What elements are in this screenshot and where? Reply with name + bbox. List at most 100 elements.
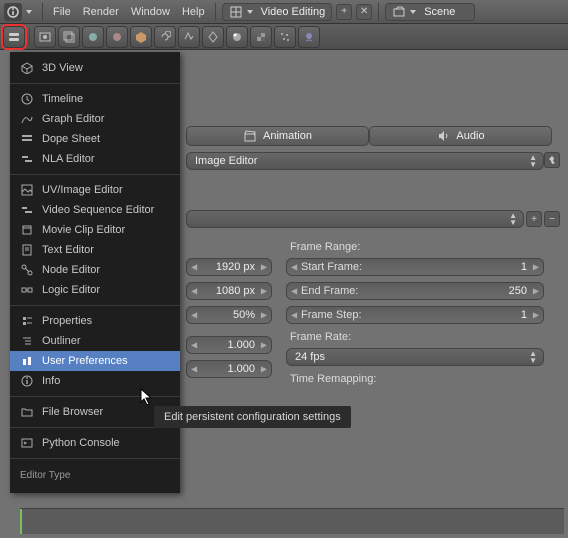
preferences-icon (20, 354, 34, 368)
menu-item-python-console[interactable]: Python Console (10, 433, 180, 453)
chevron-down-icon (410, 10, 416, 14)
menu-item-graph-editor[interactable]: Graph Editor (10, 109, 180, 129)
timeline-area[interactable] (20, 508, 564, 534)
context-constraints-button[interactable] (154, 26, 176, 48)
mouse-cursor (140, 388, 156, 408)
menu-item-timeline[interactable]: Timeline (10, 89, 180, 109)
resolution-y-field[interactable]: ◀1080 px▶ (186, 282, 272, 300)
aspect-x-field[interactable]: ◀1.000▶ (186, 336, 272, 354)
outliner-icon (20, 334, 34, 348)
text-icon (20, 243, 34, 257)
menu-item-uv-image-editor[interactable]: UV/Image Editor (10, 180, 180, 200)
start-frame-value: 1 (521, 261, 527, 273)
collapse-button[interactable]: − (544, 211, 560, 227)
menu-item-properties[interactable]: Properties (10, 311, 180, 331)
dimensions-panel-header: ▲▼ + − (186, 210, 560, 228)
tab-animation[interactable]: Animation (186, 126, 369, 146)
add-layout-button[interactable]: + (336, 4, 352, 20)
menu-item-text-editor[interactable]: Text Editor (10, 240, 180, 260)
menu-label: UV/Image Editor (42, 184, 123, 196)
console-icon (20, 436, 34, 450)
tab-audio[interactable]: Audio (369, 126, 552, 146)
separator (42, 3, 43, 21)
dimensions-accordion[interactable]: ▲▼ (186, 210, 524, 228)
resolution-pct-value: 50% (233, 309, 255, 321)
scene-icon (392, 6, 406, 18)
context-texture-button[interactable] (250, 26, 272, 48)
end-frame-label: End Frame: (301, 285, 358, 297)
info-editor-icon[interactable] (4, 3, 22, 21)
screen-layout-label: Video Editing (261, 6, 326, 18)
menu-label: User Preferences (42, 355, 128, 367)
resolution-pct-field[interactable]: ◀50%▶ (186, 306, 272, 324)
clapper-icon (243, 130, 257, 142)
time-remapping-header: Time Remapping: (286, 370, 544, 388)
frame-range-section: Frame Range: ◀Start Frame:1▶ ◀End Frame:… (286, 238, 544, 388)
menu-label: Dope Sheet (42, 133, 100, 145)
frame-step-label: Frame Step: (301, 309, 362, 321)
sequence-icon (20, 203, 34, 217)
context-render-button[interactable] (34, 26, 56, 48)
menu-item-dope-sheet[interactable]: Dope Sheet (10, 129, 180, 149)
context-world-button[interactable] (106, 26, 128, 48)
menu-label: Graph Editor (42, 113, 104, 125)
properties-header-toolbar (0, 24, 568, 50)
node-icon (20, 263, 34, 277)
menu-render[interactable]: Render (79, 6, 123, 18)
editor-type-button[interactable] (3, 26, 25, 48)
end-frame-value: 250 (509, 285, 527, 297)
menu-item-outliner[interactable]: Outliner (10, 331, 180, 351)
end-frame-field[interactable]: ◀End Frame:250▶ (286, 282, 544, 300)
menu-label: Logic Editor (42, 284, 100, 296)
start-frame-label: Start Frame: (301, 261, 362, 273)
context-render-layers-button[interactable] (58, 26, 80, 48)
context-data-button[interactable] (202, 26, 224, 48)
scene-selector[interactable]: Scene (385, 3, 475, 21)
context-object-button[interactable] (130, 26, 152, 48)
menu-label: Timeline (42, 93, 83, 105)
display-row: Image Editor ▲▼ (186, 152, 544, 170)
frame-rate-dropdown[interactable]: 24 fps▲▼ (286, 348, 544, 366)
chevron-down-icon[interactable] (26, 10, 32, 14)
display-mode-dropdown[interactable]: Image Editor ▲▼ (186, 152, 544, 170)
pin-icon[interactable] (544, 152, 560, 168)
frame-rate-value: 24 fps (295, 351, 325, 363)
output-tabs: Animation Audio (186, 126, 552, 146)
layout-icon (229, 6, 243, 18)
resolution-x-field[interactable]: ◀1920 px▶ (186, 258, 272, 276)
menu-help[interactable]: Help (178, 6, 209, 18)
start-frame-field[interactable]: ◀Start Frame:1▶ (286, 258, 544, 276)
expand-button[interactable]: + (526, 211, 542, 227)
tab-audio-label: Audio (456, 130, 484, 142)
separator (10, 305, 180, 306)
menu-item-user-preferences[interactable]: User Preferences (10, 351, 180, 371)
context-physics-button[interactable] (298, 26, 320, 48)
frame-step-value: 1 (521, 309, 527, 321)
context-material-button[interactable] (226, 26, 248, 48)
context-particles-button[interactable] (274, 26, 296, 48)
menu-label: Info (42, 375, 60, 387)
menu-item-movie-clip-editor[interactable]: Movie Clip Editor (10, 220, 180, 240)
menu-item-nla-editor[interactable]: NLA Editor (10, 149, 180, 169)
menu-label: Movie Clip Editor (42, 224, 125, 236)
frame-rate-header: Frame Rate: (286, 328, 544, 346)
aspect-y-field[interactable]: ◀1.000▶ (186, 360, 272, 378)
clip-icon (20, 223, 34, 237)
nla-icon (20, 152, 34, 166)
context-scene-button[interactable] (82, 26, 104, 48)
frame-step-field[interactable]: ◀Frame Step:1▶ (286, 306, 544, 324)
chevron-down-icon (247, 10, 253, 14)
delete-layout-button[interactable]: ✕ (356, 4, 372, 20)
frame-range-header: Frame Range: (286, 238, 544, 256)
menu-file[interactable]: File (49, 6, 75, 18)
separator (29, 28, 30, 46)
context-modifiers-button[interactable] (178, 26, 200, 48)
aspect-x-value: 1.000 (227, 339, 255, 351)
menu-item-video-sequence-editor[interactable]: Video Sequence Editor (10, 200, 180, 220)
menu-item-logic-editor[interactable]: Logic Editor (10, 280, 180, 300)
separator (378, 3, 379, 21)
menu-item-3d-view[interactable]: 3D View (10, 58, 180, 78)
screen-layout-selector[interactable]: Video Editing (222, 3, 333, 21)
menu-window[interactable]: Window (127, 6, 174, 18)
menu-item-node-editor[interactable]: Node Editor (10, 260, 180, 280)
